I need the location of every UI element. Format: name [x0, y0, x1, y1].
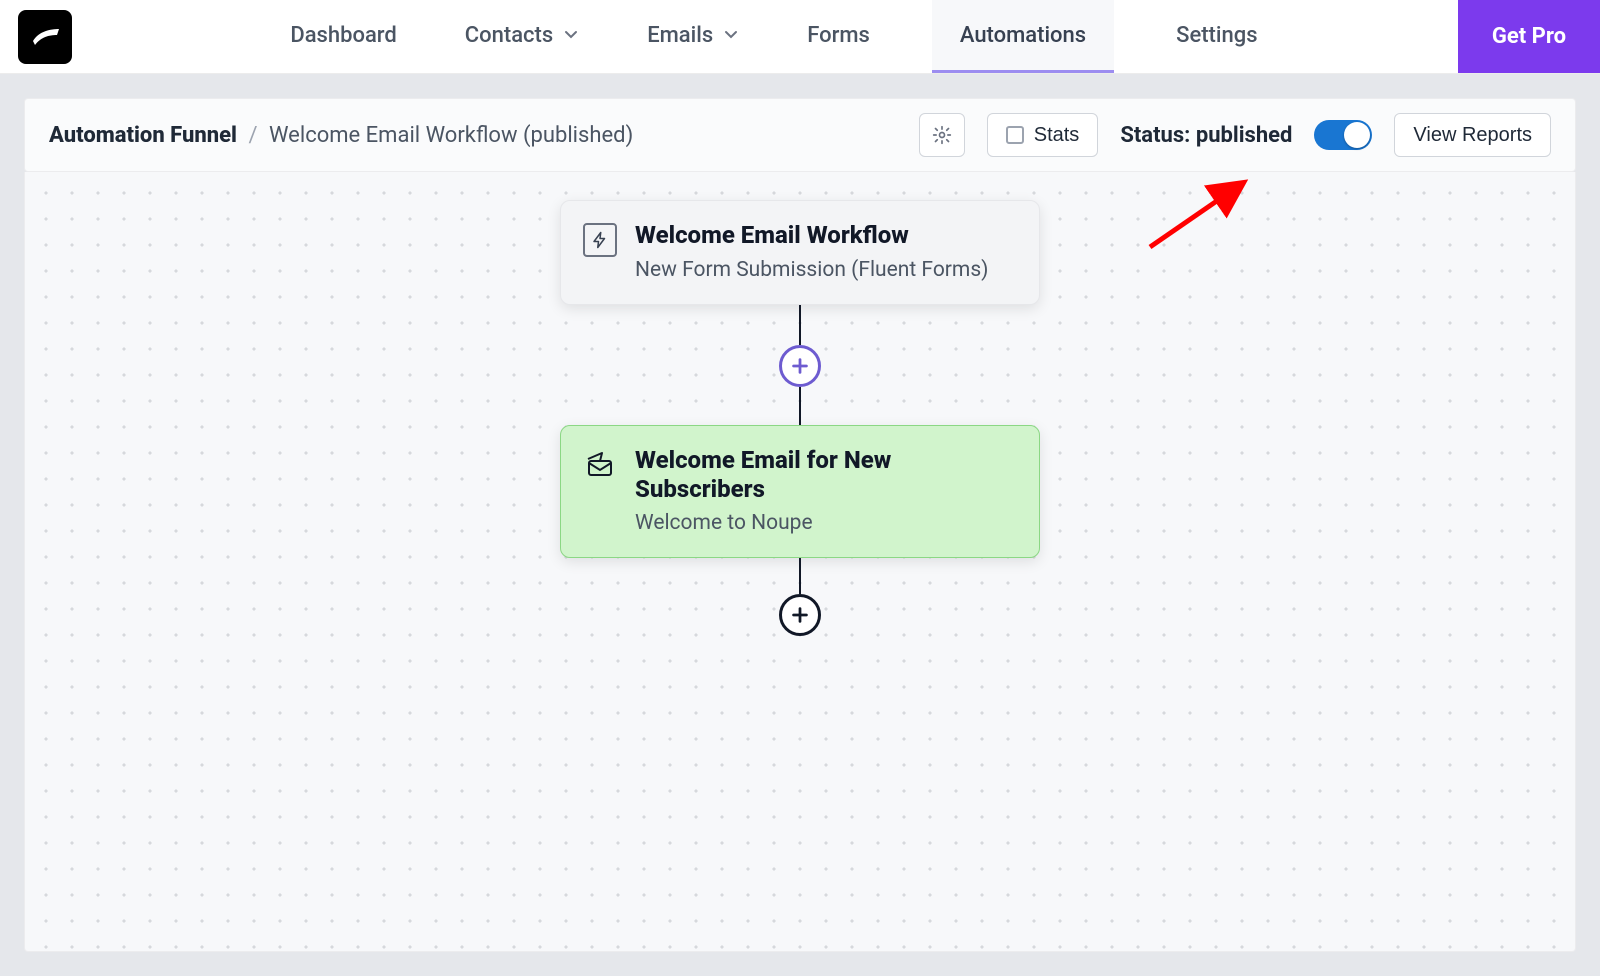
- trigger-title: Welcome Email Workflow: [635, 221, 988, 250]
- nav-label: Dashboard: [290, 23, 396, 48]
- page-body: Automation Funnel / Welcome Email Workfl…: [0, 74, 1600, 976]
- action-node[interactable]: Welcome Email for New Subscribers Welcom…: [560, 425, 1040, 559]
- nav-settings[interactable]: Settings: [1170, 0, 1263, 73]
- cta-label: Get Pro: [1492, 24, 1566, 49]
- nav-contacts[interactable]: Contacts: [459, 0, 585, 73]
- nav-automations[interactable]: Automations: [932, 0, 1114, 73]
- app-logo-mark: [18, 10, 72, 64]
- trigger-subtitle: New Form Submission (Fluent Forms): [635, 258, 988, 282]
- chevron-down-icon: [563, 27, 579, 43]
- status-prefix: Status:: [1120, 123, 1190, 148]
- top-navbar: Dashboard Contacts Emails Forms Automati…: [0, 0, 1600, 74]
- toggle-knob: [1344, 122, 1370, 148]
- breadcrumb-root: Automation Funnel: [49, 123, 237, 148]
- stats-label: Stats: [1034, 124, 1080, 147]
- status-label: Status: published: [1120, 123, 1292, 148]
- get-pro-button[interactable]: Get Pro: [1458, 0, 1600, 73]
- automation-canvas[interactable]: Welcome Email Workflow New Form Submissi…: [24, 172, 1576, 952]
- view-reports-label: View Reports: [1413, 124, 1532, 147]
- publish-toggle[interactable]: [1314, 120, 1372, 150]
- breadcrumb-current: Welcome Email Workflow (published): [269, 123, 633, 148]
- view-reports-button[interactable]: View Reports: [1394, 113, 1551, 157]
- automation-toolbar: Automation Funnel / Welcome Email Workfl…: [24, 98, 1576, 172]
- checkbox-empty-icon: [1006, 126, 1024, 144]
- plus-icon: [789, 604, 811, 626]
- breadcrumb-separator: /: [248, 123, 257, 148]
- node-text: Welcome Email Workflow New Form Submissi…: [635, 221, 988, 282]
- status-value: published: [1196, 123, 1293, 148]
- add-step-button[interactable]: [779, 345, 821, 387]
- workflow-column: Welcome Email Workflow New Form Submissi…: [560, 200, 1040, 636]
- connector-line: [799, 305, 801, 345]
- stats-toggle-button[interactable]: Stats: [987, 113, 1099, 157]
- node-text: Welcome Email for New Subscribers Welcom…: [635, 446, 1017, 536]
- connector-line: [799, 387, 801, 425]
- gear-icon: [932, 125, 952, 145]
- nav-forms[interactable]: Forms: [801, 0, 876, 73]
- add-step-end-button[interactable]: [779, 594, 821, 636]
- nav-label: Forms: [807, 23, 870, 48]
- logo-swoosh-icon: [27, 19, 63, 55]
- nav-label: Automations: [960, 23, 1086, 48]
- app-logo[interactable]: [0, 0, 90, 73]
- send-mail-icon: [583, 448, 617, 482]
- nav-emails[interactable]: Emails: [641, 0, 745, 73]
- annotation-arrow-icon: [1140, 177, 1260, 257]
- connector-line: [799, 558, 801, 594]
- action-subtitle: Welcome to Noupe: [635, 511, 1017, 535]
- bolt-icon: [583, 223, 617, 257]
- trigger-node[interactable]: Welcome Email Workflow New Form Submissi…: [560, 200, 1040, 305]
- plus-icon: [789, 355, 811, 377]
- main-nav: Dashboard Contacts Emails Forms Automati…: [90, 0, 1458, 73]
- chevron-down-icon: [723, 27, 739, 43]
- nav-label: Contacts: [465, 23, 553, 48]
- funnel-settings-button[interactable]: [919, 113, 965, 157]
- breadcrumb: Automation Funnel / Welcome Email Workfl…: [49, 123, 633, 148]
- nav-label: Emails: [647, 23, 713, 48]
- nav-label: Settings: [1176, 23, 1257, 48]
- nav-dashboard[interactable]: Dashboard: [284, 0, 402, 73]
- action-title: Welcome Email for New Subscribers: [635, 446, 1017, 504]
